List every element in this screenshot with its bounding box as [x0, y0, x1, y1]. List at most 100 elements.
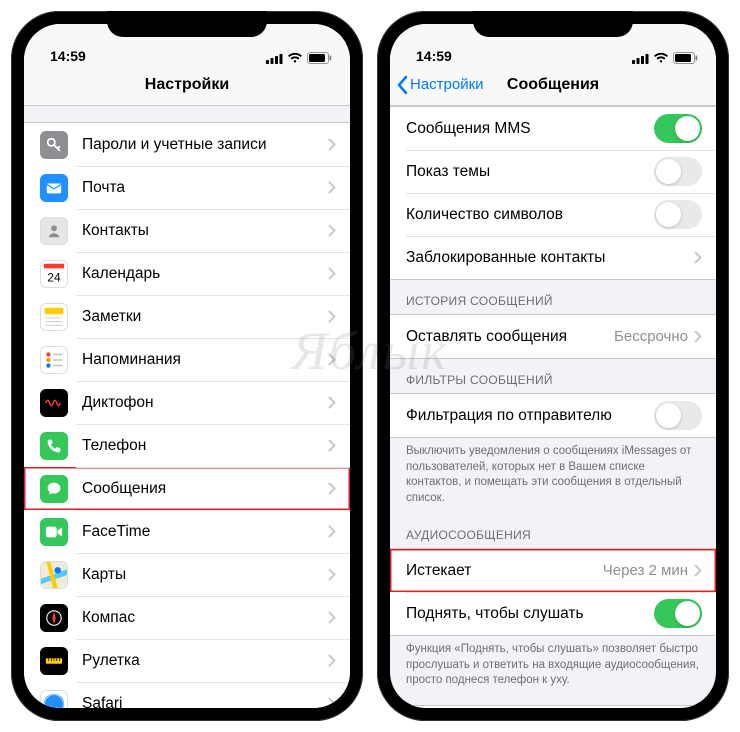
- chevron-right-icon: [328, 181, 336, 194]
- settings-row-video[interactable]: FaceTime: [24, 510, 350, 553]
- content-right[interactable]: Сообщения MMS Показ темы Количество символ…: [390, 106, 716, 708]
- chevron-right-icon: [328, 611, 336, 624]
- toggle[interactable]: [654, 114, 702, 143]
- toggle[interactable]: [654, 401, 702, 430]
- page-title: Сообщения: [507, 76, 599, 94]
- video-icon: [40, 518, 68, 546]
- compass-icon: [40, 604, 68, 632]
- row-label: Календарь: [82, 265, 328, 283]
- settings-row-measure[interactable]: Рулетка: [24, 639, 350, 682]
- chevron-right-icon: [328, 396, 336, 409]
- row[interactable]: Сообщения MMS: [390, 107, 716, 150]
- row-label: Диктофон: [82, 394, 328, 412]
- battery-icon: [307, 52, 332, 64]
- settings-row-notes[interactable]: Заметки: [24, 295, 350, 338]
- notch: [473, 11, 633, 37]
- toggle[interactable]: [654, 599, 702, 628]
- settings-row-mail[interactable]: Почта: [24, 166, 350, 209]
- key-icon: [40, 131, 68, 159]
- chevron-right-icon: [694, 251, 702, 264]
- row-label: FaceTime: [82, 523, 328, 541]
- nav-bar-right: Настройки Сообщения: [390, 64, 716, 106]
- back-button[interactable]: Настройки: [396, 75, 484, 95]
- signal-icon: [266, 53, 283, 64]
- row-label: Напоминания: [82, 351, 328, 369]
- chevron-right-icon: [328, 482, 336, 495]
- row[interactable]: ИстекаетЧерез 2 мин: [390, 549, 716, 592]
- messages-icon: [40, 475, 68, 503]
- row[interactable]: Показ темы: [390, 150, 716, 193]
- chevron-right-icon: [328, 654, 336, 667]
- row-label: Поднять, чтобы слушать: [406, 605, 654, 623]
- reminders-icon: [40, 346, 68, 374]
- list: Сообщения MMS Показ темы Количество символ…: [390, 106, 716, 280]
- row[interactable]: Режим низкого качества: [390, 706, 716, 708]
- toggle[interactable]: [654, 200, 702, 229]
- settings-row-voice[interactable]: Диктофон: [24, 381, 350, 424]
- row-label: Пароли и учетные записи: [82, 136, 328, 154]
- status-right: [632, 52, 698, 64]
- settings-row-maps[interactable]: Карты: [24, 553, 350, 596]
- chevron-left-icon: [396, 75, 408, 95]
- chevron-right-icon: [328, 697, 336, 708]
- row-label: Фильтрация по отправителю: [406, 407, 654, 425]
- nav-bar-left: Настройки: [24, 64, 350, 106]
- section-header: ФИЛЬТРЫ СООБЩЕНИЙ: [390, 359, 716, 393]
- chevron-right-icon: [328, 267, 336, 280]
- svg-text:24: 24: [47, 270, 61, 284]
- notes-icon: [40, 303, 68, 331]
- settings-row-contact[interactable]: Контакты: [24, 209, 350, 252]
- settings-row-calendar[interactable]: 24 Календарь: [24, 252, 350, 295]
- chevron-right-icon: [328, 439, 336, 452]
- row-value: Через 2 мин: [603, 562, 688, 579]
- settings-row-reminders[interactable]: Напоминания: [24, 338, 350, 381]
- settings-list: Пароли и учетные записи Почта Контакты 24 Ка…: [24, 122, 350, 708]
- row-label: Количество символов: [406, 206, 654, 224]
- calendar-icon: 24: [40, 260, 68, 288]
- row[interactable]: Заблокированные контакты: [390, 236, 716, 279]
- measure-icon: [40, 647, 68, 675]
- signal-icon: [632, 53, 649, 64]
- notch: [107, 11, 267, 37]
- row-label: Показ темы: [406, 163, 654, 181]
- section-header: ИСТОРИЯ СООБЩЕНИЙ: [390, 280, 716, 314]
- settings-row-phone[interactable]: Телефон: [24, 424, 350, 467]
- section-footer: Функция «Поднять, чтобы слушать» позволя…: [390, 636, 716, 697]
- list: Оставлять сообщенияБессрочно: [390, 314, 716, 359]
- row[interactable]: Фильтрация по отправителю: [390, 394, 716, 437]
- row[interactable]: Поднять, чтобы слушать: [390, 592, 716, 635]
- chevron-right-icon: [328, 353, 336, 366]
- chevron-right-icon: [328, 568, 336, 581]
- settings-row-compass[interactable]: Компас: [24, 596, 350, 639]
- toggle[interactable]: [654, 157, 702, 186]
- row-label: Телефон: [82, 437, 328, 455]
- battery-icon: [673, 52, 698, 64]
- chevron-right-icon: [328, 310, 336, 323]
- phone-icon: [40, 432, 68, 460]
- maps-icon: [40, 561, 68, 589]
- content-left[interactable]: Пароли и учетные записи Почта Контакты 24 Ка…: [24, 106, 350, 708]
- phone-right: 14:59 Настройки Сообщения Сообщения MMSП…: [377, 11, 729, 721]
- row-label: Оставлять сообщения: [406, 328, 614, 346]
- settings-row-key[interactable]: Пароли и учетные записи: [24, 123, 350, 166]
- row-label: Заблокированные контакты: [406, 249, 694, 267]
- chevron-right-icon: [328, 224, 336, 237]
- row-label: Контакты: [82, 222, 328, 240]
- voice-icon: [40, 389, 68, 417]
- settings-row-safari[interactable]: Safari: [24, 682, 350, 708]
- row-label: Карты: [82, 566, 328, 584]
- settings-row-messages[interactable]: Сообщения: [24, 467, 350, 510]
- status-time: 14:59: [50, 48, 86, 64]
- row[interactable]: Оставлять сообщенияБессрочно: [390, 315, 716, 358]
- row-label: Сообщения: [82, 480, 328, 498]
- row-label: Safari: [82, 695, 328, 709]
- row-label: Сообщения MMS: [406, 120, 654, 138]
- row-label: Истекает: [406, 562, 603, 580]
- row[interactable]: Количество символов: [390, 193, 716, 236]
- chevron-right-icon: [328, 525, 336, 538]
- row-label: Заметки: [82, 308, 328, 326]
- status-right: [266, 52, 332, 64]
- page-title: Настройки: [145, 76, 229, 94]
- chevron-right-icon: [328, 138, 336, 151]
- back-label: Настройки: [410, 76, 484, 93]
